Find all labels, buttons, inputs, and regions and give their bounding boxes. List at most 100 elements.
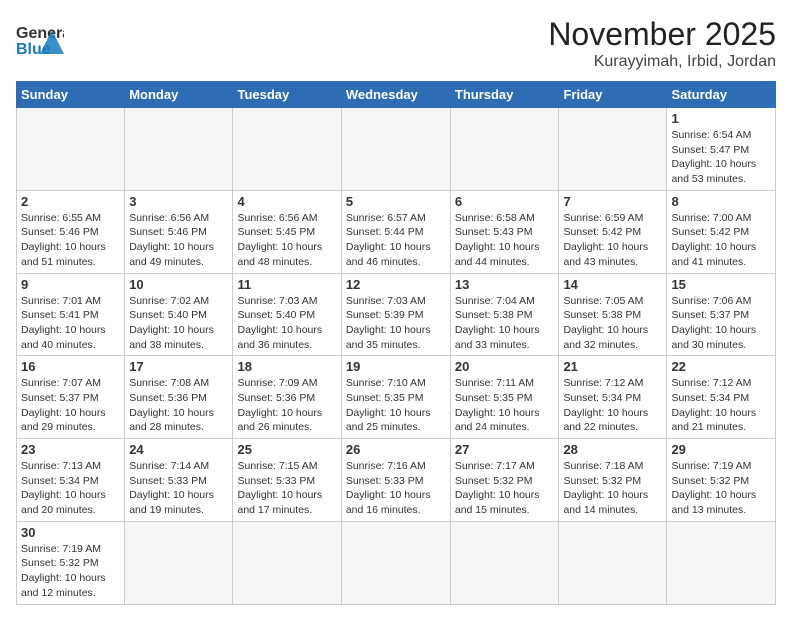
day-info: Sunrise: 7:03 AM Sunset: 5:40 PM Dayligh… [237, 294, 336, 353]
day-info: Sunrise: 7:17 AM Sunset: 5:32 PM Dayligh… [455, 459, 555, 518]
day-number: 17 [129, 359, 228, 374]
day-cell: 14Sunrise: 7:05 AM Sunset: 5:38 PM Dayli… [559, 273, 667, 356]
day-number: 6 [455, 194, 555, 209]
day-number: 29 [671, 442, 771, 457]
day-cell: 6 Sunrise: 6:58 AM Sunset: 5:43 PM Daylig… [450, 190, 559, 273]
day-number: 2 [21, 194, 120, 209]
day-info: Sunrise: 7:00 AM Sunset: 5:42 PM Dayligh… [671, 211, 771, 270]
week-row-4: 16Sunrise: 7:07 AM Sunset: 5:37 PM Dayli… [17, 356, 776, 439]
week-row-2: 2 Sunrise: 6:55 AM Sunset: 5:46 PM Daylig… [17, 190, 776, 273]
day-number: 27 [455, 442, 555, 457]
title-block: November 2025 Kurayyimah, Irbid, Jordan [548, 16, 776, 71]
month-year-title: November 2025 [548, 16, 776, 53]
calendar-table: SundayMondayTuesdayWednesdayThursdayFrid… [16, 81, 776, 605]
weekday-header-sunday: Sunday [17, 82, 125, 108]
day-info: Sunrise: 6:56 AM Sunset: 5:45 PM Dayligh… [237, 211, 336, 270]
weekday-header-tuesday: Tuesday [233, 82, 341, 108]
day-info: Sunrise: 7:19 AM Sunset: 5:32 PM Dayligh… [671, 459, 771, 518]
day-number: 19 [346, 359, 446, 374]
day-info: Sunrise: 7:02 AM Sunset: 5:40 PM Dayligh… [129, 294, 228, 353]
day-number: 24 [129, 442, 228, 457]
header: General Blue November 2025 Kurayyimah, I… [16, 16, 776, 71]
day-cell [559, 521, 667, 604]
day-info: Sunrise: 6:59 AM Sunset: 5:42 PM Dayligh… [563, 211, 662, 270]
day-cell: 21 Sunrise: 7:12 AM Sunset: 5:34 PM Dayli… [559, 356, 667, 439]
day-number: 18 [237, 359, 336, 374]
day-info: Sunrise: 7:01 AM Sunset: 5:41 PM Dayligh… [21, 294, 120, 353]
day-cell: 29 Sunrise: 7:19 AM Sunset: 5:32 PM Dayli… [667, 439, 776, 522]
day-info: Sunrise: 7:10 AM Sunset: 5:35 PM Dayligh… [346, 376, 446, 435]
weekday-header-thursday: Thursday [450, 82, 559, 108]
day-info: Sunrise: 7:19 AM Sunset: 5:32 PM Dayligh… [21, 542, 120, 601]
day-cell: 13 Sunrise: 7:04 AM Sunset: 5:38 PM Dayli… [450, 273, 559, 356]
day-info: Sunrise: 7:11 AM Sunset: 5:35 PM Dayligh… [455, 376, 555, 435]
day-info: Sunrise: 6:55 AM Sunset: 5:46 PM Dayligh… [21, 211, 120, 270]
day-cell: 20 Sunrise: 7:11 AM Sunset: 5:35 PM Dayli… [450, 356, 559, 439]
logo-icon: General Blue [16, 16, 64, 64]
week-row-6: 30Sunrise: 7:19 AM Sunset: 5:32 PM Dayli… [17, 521, 776, 604]
day-cell [233, 521, 341, 604]
day-info: Sunrise: 7:07 AM Sunset: 5:37 PM Dayligh… [21, 376, 120, 435]
day-number: 4 [237, 194, 336, 209]
day-info: Sunrise: 7:14 AM Sunset: 5:33 PM Dayligh… [129, 459, 228, 518]
day-number: 15 [671, 277, 771, 292]
day-cell: 19 Sunrise: 7:10 AM Sunset: 5:35 PM Dayli… [341, 356, 450, 439]
day-number: 7 [563, 194, 662, 209]
day-info: Sunrise: 7:12 AM Sunset: 5:34 PM Dayligh… [671, 376, 771, 435]
day-cell: 22 Sunrise: 7:12 AM Sunset: 5:34 PM Dayli… [667, 356, 776, 439]
day-info: Sunrise: 6:56 AM Sunset: 5:46 PM Dayligh… [129, 211, 228, 270]
day-cell: 24 Sunrise: 7:14 AM Sunset: 5:33 PM Dayli… [125, 439, 233, 522]
day-cell: 12 Sunrise: 7:03 AM Sunset: 5:39 PM Dayli… [341, 273, 450, 356]
day-number: 21 [563, 359, 662, 374]
day-cell: 15 Sunrise: 7:06 AM Sunset: 5:37 PM Dayli… [667, 273, 776, 356]
day-number: 9 [21, 277, 120, 292]
day-cell: 25 Sunrise: 7:15 AM Sunset: 5:33 PM Dayli… [233, 439, 341, 522]
day-number: 26 [346, 442, 446, 457]
day-cell [450, 521, 559, 604]
day-cell: 5 Sunrise: 6:57 AM Sunset: 5:44 PM Daylig… [341, 190, 450, 273]
svg-text:General: General [16, 25, 64, 42]
day-number: 3 [129, 194, 228, 209]
day-cell: 1 Sunrise: 6:54 AM Sunset: 5:47 PM Daylig… [667, 108, 776, 191]
location-subtitle: Kurayyimah, Irbid, Jordan [548, 53, 776, 71]
day-info: Sunrise: 6:58 AM Sunset: 5:43 PM Dayligh… [455, 211, 555, 270]
day-info: Sunrise: 7:03 AM Sunset: 5:39 PM Dayligh… [346, 294, 446, 353]
day-cell: 28Sunrise: 7:18 AM Sunset: 5:32 PM Dayli… [559, 439, 667, 522]
day-number: 5 [346, 194, 446, 209]
week-row-5: 23 Sunrise: 7:13 AM Sunset: 5:34 PM Dayli… [17, 439, 776, 522]
day-number: 12 [346, 277, 446, 292]
day-number: 25 [237, 442, 336, 457]
day-info: Sunrise: 7:09 AM Sunset: 5:36 PM Dayligh… [237, 376, 336, 435]
day-number: 20 [455, 359, 555, 374]
day-cell [17, 108, 125, 191]
day-cell: 17 Sunrise: 7:08 AM Sunset: 5:36 PM Dayli… [125, 356, 233, 439]
day-number: 1 [671, 111, 771, 126]
day-info: Sunrise: 7:16 AM Sunset: 5:33 PM Dayligh… [346, 459, 446, 518]
day-info: Sunrise: 7:15 AM Sunset: 5:33 PM Dayligh… [237, 459, 336, 518]
day-cell: 11Sunrise: 7:03 AM Sunset: 5:40 PM Dayli… [233, 273, 341, 356]
day-cell [559, 108, 667, 191]
day-number: 23 [21, 442, 120, 457]
day-cell [125, 521, 233, 604]
weekday-header-row: SundayMondayTuesdayWednesdayThursdayFrid… [17, 82, 776, 108]
day-info: Sunrise: 7:08 AM Sunset: 5:36 PM Dayligh… [129, 376, 228, 435]
day-info: Sunrise: 7:04 AM Sunset: 5:38 PM Dayligh… [455, 294, 555, 353]
day-cell [341, 108, 450, 191]
day-cell [125, 108, 233, 191]
logo: General Blue [16, 16, 64, 64]
day-number: 22 [671, 359, 771, 374]
day-cell: 18 Sunrise: 7:09 AM Sunset: 5:36 PM Dayli… [233, 356, 341, 439]
day-number: 14 [563, 277, 662, 292]
weekday-header-wednesday: Wednesday [341, 82, 450, 108]
day-number: 10 [129, 277, 228, 292]
day-info: Sunrise: 6:54 AM Sunset: 5:47 PM Dayligh… [671, 128, 771, 187]
day-info: Sunrise: 7:06 AM Sunset: 5:37 PM Dayligh… [671, 294, 771, 353]
day-info: Sunrise: 7:13 AM Sunset: 5:34 PM Dayligh… [21, 459, 120, 518]
day-info: Sunrise: 6:57 AM Sunset: 5:44 PM Dayligh… [346, 211, 446, 270]
day-cell: 30Sunrise: 7:19 AM Sunset: 5:32 PM Dayli… [17, 521, 125, 604]
day-info: Sunrise: 7:12 AM Sunset: 5:34 PM Dayligh… [563, 376, 662, 435]
day-cell: 7 Sunrise: 6:59 AM Sunset: 5:42 PM Daylig… [559, 190, 667, 273]
day-number: 13 [455, 277, 555, 292]
day-cell: 3 Sunrise: 6:56 AM Sunset: 5:46 PM Daylig… [125, 190, 233, 273]
day-cell [667, 521, 776, 604]
